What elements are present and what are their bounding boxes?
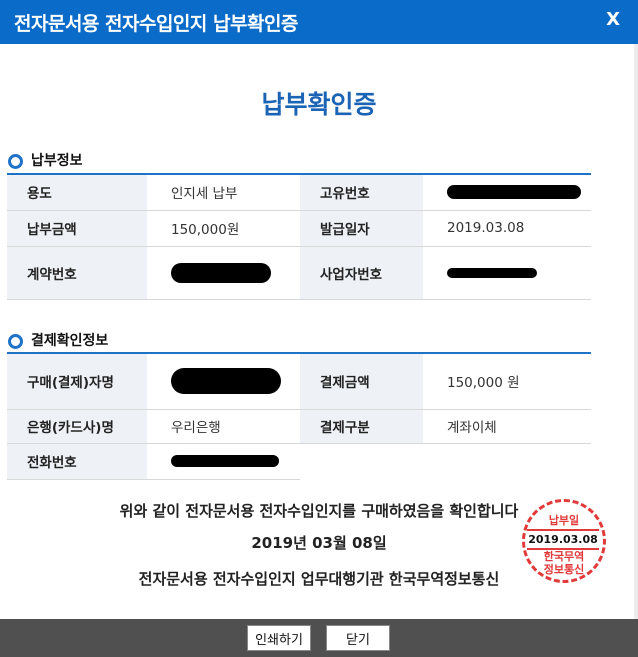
value-contract-number	[147, 246, 300, 300]
window-title: 전자문서용 전자수입인지 납부확인증	[14, 13, 298, 35]
circle-bullet-icon	[8, 333, 23, 349]
value-settlement-amount: 150,000 원	[423, 353, 591, 410]
page-heading: 납부확인증	[261, 90, 377, 119]
label-business-number: 사업자번호	[300, 246, 423, 300]
payment-section-label: 납부정보	[31, 153, 83, 169]
close-icon[interactable]: X	[606, 9, 620, 30]
value-payment-amount: 150,000원	[147, 210, 300, 247]
label-bank-name: 은행(카드사)명	[7, 409, 147, 444]
redaction-mark	[447, 267, 537, 278]
table-row: 납부금액 150,000원 발급일자 2019.03.08	[7, 210, 591, 247]
stamp-label: 납부일	[548, 514, 580, 527]
value-buyer-name	[147, 353, 300, 410]
label-settlement-type: 결제구분	[300, 409, 423, 444]
close-button[interactable]: 닫기	[326, 625, 390, 651]
window-titlebar: 전자문서용 전자수입인지 납부확인증 X	[0, 0, 638, 44]
table-row: 계약번호 사업자번호	[7, 246, 591, 300]
value-phone	[147, 443, 300, 480]
label-buyer-name: 구매(결제)자명	[7, 353, 147, 410]
redaction-mark	[447, 185, 581, 200]
label-contract-number: 계약번호	[7, 246, 147, 300]
redaction-mark	[171, 368, 281, 395]
stamp-org-line1: 한국무역	[543, 550, 585, 563]
table-row: 전화번호	[7, 443, 591, 480]
value-settlement-type: 계좌이체	[423, 409, 591, 444]
label-phone: 전화번호	[7, 443, 147, 480]
value-issue-date: 2019.03.08	[423, 210, 591, 247]
redaction-mark	[171, 262, 271, 283]
stamp-date: 2019.03.08	[527, 529, 599, 550]
stamp-org: 한국무역 정보통신	[525, 550, 603, 576]
stamp-org-line2: 정보통신	[543, 563, 585, 576]
value-unique-number	[423, 174, 591, 211]
label-payment-amount: 납부금액	[7, 210, 147, 247]
label-purpose: 용도	[7, 174, 147, 211]
payment-stamp: 납부일 2019.03.08 한국무역 정보통신	[522, 499, 606, 583]
value-bank-name: 우리은행	[147, 409, 300, 444]
value-business-number	[423, 246, 591, 300]
footer-bar: 인쇄하기 닫기	[0, 619, 638, 657]
circle-bullet-icon	[8, 153, 23, 169]
payment-section-title: 납부정보	[8, 150, 83, 170]
label-settlement-amount: 결제금액	[300, 353, 423, 410]
value-purpose: 인지세 납부	[147, 174, 300, 211]
print-button[interactable]: 인쇄하기	[247, 625, 311, 651]
settlement-section-label: 결제확인정보	[31, 333, 109, 349]
payment-info-table: 용도 인지세 납부 고유번호 납부금액 150,000원 발급일자 2019.0…	[7, 173, 591, 300]
label-issue-date: 발급일자	[300, 210, 423, 247]
settlement-info-table: 구매(결제)자명 결제금액 150,000 원 은행(카드사)명 우리은행 결제…	[7, 352, 591, 480]
table-row: 구매(결제)자명 결제금액 150,000 원	[7, 353, 591, 410]
table-row: 은행(카드사)명 우리은행 결제구분 계좌이체	[7, 409, 591, 444]
redaction-mark	[171, 455, 279, 467]
table-row: 용도 인지세 납부 고유번호	[7, 174, 591, 211]
label-unique-number: 고유번호	[300, 174, 423, 211]
settlement-section-title: 결제확인정보	[8, 330, 108, 350]
